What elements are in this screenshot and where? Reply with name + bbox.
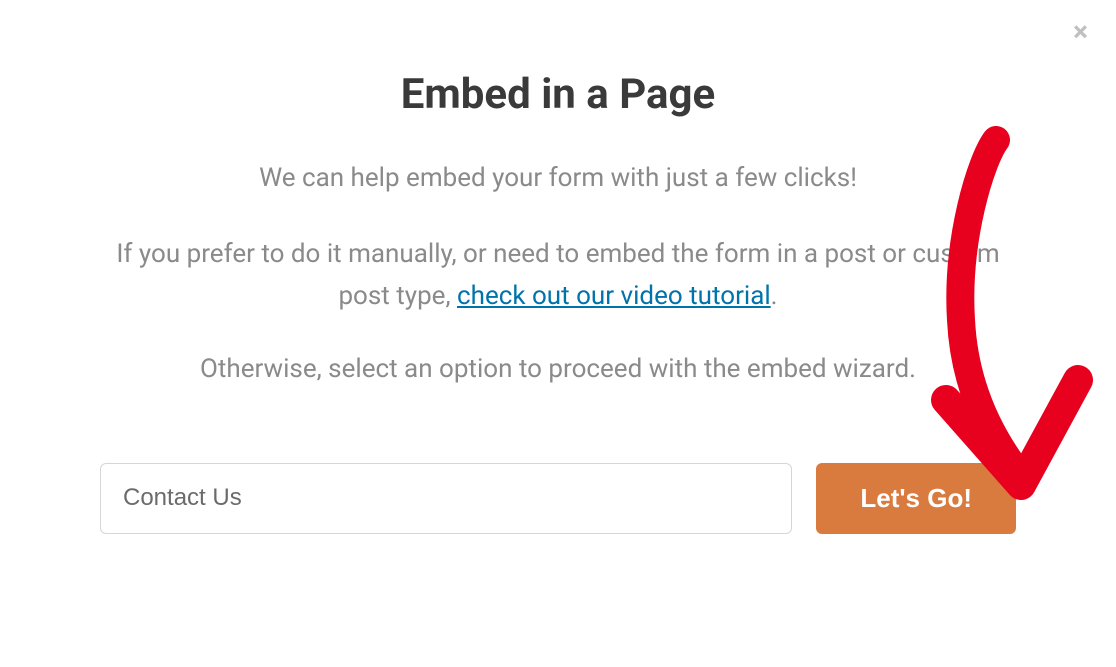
- instructions-text-after: .: [771, 281, 778, 311]
- embed-form-row: Let's Go!: [100, 463, 1016, 534]
- modal-instructions: If you prefer to do it manually, or need…: [100, 234, 1016, 317]
- close-icon[interactable]: ×: [1073, 18, 1088, 46]
- modal-proceed-text: Otherwise, select an option to proceed w…: [100, 349, 1016, 391]
- modal-subtitle: We can help embed your form with just a …: [100, 159, 1016, 198]
- embed-modal: × Embed in a Page We can help embed your…: [0, 0, 1116, 667]
- video-tutorial-link[interactable]: check out our video tutorial: [457, 281, 771, 311]
- modal-title: Embed in a Page: [100, 70, 1016, 119]
- lets-go-button[interactable]: Let's Go!: [816, 463, 1016, 534]
- page-title-input[interactable]: [100, 463, 792, 534]
